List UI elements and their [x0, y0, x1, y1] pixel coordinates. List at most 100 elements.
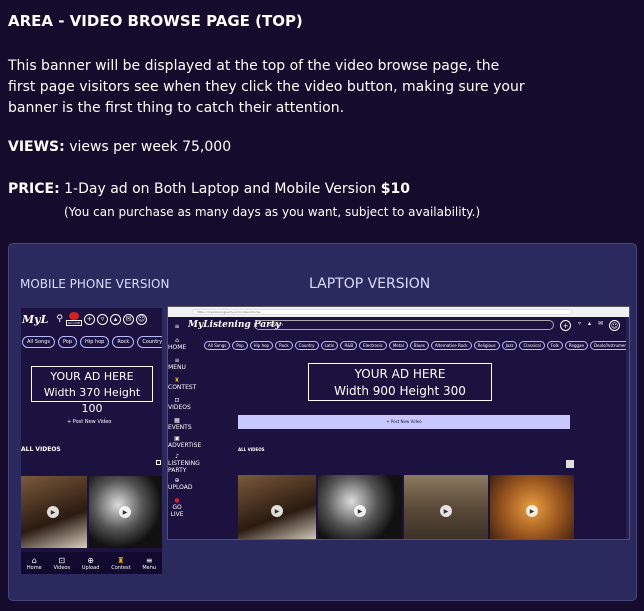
genre-chip[interactable]: Blues — [409, 341, 429, 350]
genre-chip[interactable]: Rock — [112, 336, 135, 348]
price-note: (You can purchase as many days as you wa… — [64, 205, 481, 219]
search-icon[interactable]: ⚲ — [56, 314, 63, 324]
laptop-scrollbar[interactable] — [626, 317, 629, 539]
nav-contest[interactable]: ♜ Contest — [111, 556, 130, 571]
video-thumbnail[interactable]: ▶ — [318, 475, 402, 539]
play-icon: ▶ — [47, 506, 59, 518]
mobile-bottom-nav: ⌂ Home ⊡ Videos ⊕ Upload ♜ Contest ≡ Menu — [21, 552, 162, 574]
sidebar-item-advertise[interactable]: ▣ ADVERTISE — [168, 435, 201, 449]
genre-chip[interactable]: Country — [294, 341, 319, 350]
page-heading: AREA - VIDEO BROWSE PAGE (TOP) — [8, 12, 303, 30]
ad-dimensions: Width 370 Height 100 — [43, 386, 141, 415]
ad-title: YOUR AD HERE — [354, 367, 446, 381]
genre-chip[interactable]: All Songs — [22, 336, 55, 348]
all-videos-heading: ALL VIDEOS — [238, 447, 265, 452]
live-icon — [68, 312, 79, 320]
genre-chip[interactable]: Hip hop — [80, 336, 110, 348]
sidebar-item-contest[interactable]: ♜ CONTEST — [168, 377, 196, 391]
sidebar-item-menu[interactable]: ≡ MENU — [168, 357, 186, 371]
home-icon: ⌂ — [31, 555, 37, 565]
sidebar-item-go-live[interactable]: ● GO LIVE — [168, 497, 186, 518]
nav-menu[interactable]: ≡ Menu — [142, 556, 156, 571]
genre-chip[interactable]: Metal — [388, 341, 408, 350]
ad-title: YOUR AD HERE — [50, 370, 134, 383]
genre-chip[interactable]: Classical — [519, 341, 545, 350]
browser-url-bar[interactable]: https://mylisteningparty.com/videos/home — [192, 309, 572, 315]
preview-panel: MOBILE PHONE VERSION LAPTOP VERSION MyL … — [8, 243, 637, 601]
laptop-preview: https://mylisteningparty.com/videos/home… — [167, 306, 630, 540]
genre-chip[interactable]: Reggae — [564, 341, 588, 350]
area-description: This banner will be displayed at the top… — [8, 58, 525, 116]
mail-icon[interactable]: ✉ — [123, 313, 135, 325]
nav-upload[interactable]: ⊕ Upload — [82, 556, 100, 571]
bell-icon[interactable]: ▴ — [588, 320, 591, 331]
genre-chip[interactable]: Alternative Rock — [430, 341, 472, 350]
price-label: PRICE: — [8, 181, 60, 197]
price-amount: $10 — [380, 181, 410, 197]
genre-chip[interactable]: Pop — [57, 336, 78, 348]
video-thumbnail[interactable]: ▶ — [238, 475, 316, 539]
price-line: PRICE: 1-Day ad on Both Laptop and Mobil… — [8, 181, 410, 197]
genre-chip[interactable]: All Songs — [204, 341, 231, 350]
avatar[interactable]: ☺ — [136, 313, 148, 325]
mail-icon[interactable]: ✉ — [598, 320, 603, 331]
video-thumbnail[interactable]: ▶ — [490, 475, 574, 539]
video-thumbnail[interactable]: ▶ — [89, 476, 162, 548]
go-live-button[interactable]: GO LIVE — [65, 312, 83, 326]
sidebar-item-listening-party[interactable]: ♪ LISTENING PARTY — [168, 453, 200, 474]
play-icon: ▶ — [119, 506, 131, 518]
play-icon: ▶ — [526, 505, 538, 517]
views-value: views per week 75,000 — [69, 139, 232, 155]
views-label: VIEWS: — [8, 139, 65, 155]
bell-icon[interactable]: ▴ — [110, 313, 122, 325]
plus-icon[interactable]: + — [84, 313, 96, 325]
play-icon: ▶ — [354, 505, 366, 517]
genre-chip[interactable]: R&B — [340, 341, 358, 350]
browser-chrome: https://mylisteningparty.com/videos/home — [168, 307, 629, 317]
mobile-logo: MyL — [22, 312, 49, 326]
sidebar-item-videos[interactable]: ⊡ VIDEOS — [168, 397, 191, 411]
mobile-genre-chips: All Songs Pop Hip hop Rock Country — [22, 336, 162, 348]
laptop-search-input[interactable]: ⚲ Search — [254, 320, 554, 330]
avatar[interactable]: ☺ — [609, 320, 621, 331]
genre-chip[interactable]: Deals/Instrumental — [589, 341, 629, 350]
genre-chip[interactable]: Latin — [320, 341, 339, 350]
genre-chip[interactable]: Pop — [232, 341, 248, 350]
genre-chip[interactable]: Electronic — [359, 341, 387, 350]
genre-chip[interactable]: Folk — [546, 341, 563, 350]
videos-icon: ⊡ — [58, 555, 66, 565]
laptop-version-label: LAPTOP VERSION — [309, 276, 431, 292]
price-description: 1-Day ad on Both Laptop and Mobile Versi… — [64, 181, 377, 197]
genre-chip[interactable]: Jazz — [501, 341, 518, 350]
go-live-label: GO LIVE — [65, 320, 83, 326]
trophy-icon: ♜ — [117, 555, 125, 565]
genre-chip[interactable]: Rock — [275, 341, 293, 350]
cart-icon[interactable]: ▿ — [578, 320, 581, 331]
sidebar-item-upload[interactable]: ⊕ UPLOAD — [168, 477, 192, 491]
genre-chip[interactable]: Hip hop — [249, 341, 274, 350]
nav-home[interactable]: ⌂ Home — [27, 556, 42, 571]
laptop-sidebar: ≡ ⌂ HOME ≡ MENU ♜ CONTEST ⊡ VIDEOS ▦ EVENTS ▣… — [168, 317, 201, 539]
post-new-video-button[interactable]: + Post New Video — [67, 419, 111, 425]
sidebar-item-menu-toggle[interactable]: ≡ — [168, 323, 186, 330]
genre-chip[interactable]: Country — [137, 336, 162, 348]
upload-icon: ⊕ — [87, 555, 94, 565]
ad-dimensions: Width 900 Height 300 — [334, 384, 466, 398]
play-icon: ▶ — [271, 505, 283, 517]
sidebar-item-home[interactable]: ⌂ HOME — [168, 337, 186, 351]
sidebar-item-events[interactable]: ▦ EVENTS — [168, 417, 192, 431]
post-new-video-button[interactable]: + Post New Video — [238, 415, 570, 429]
video-thumbnail[interactable]: ▶ — [404, 475, 488, 539]
grid-view-icon[interactable] — [156, 460, 161, 465]
views-line: VIEWS: views per week 75,000 — [8, 139, 231, 155]
grid-view-icon[interactable] — [566, 460, 574, 468]
search-icon: ⚲ — [259, 322, 262, 327]
menu-icon: ≡ — [145, 555, 153, 565]
laptop-genre-chips: All Songs Pop Hip hop Rock Country Latin… — [204, 341, 629, 350]
video-thumbnail[interactable]: ▶ — [21, 476, 87, 548]
genre-chip[interactable]: Religious — [473, 341, 500, 350]
plus-icon[interactable]: + — [560, 320, 571, 331]
all-videos-heading: ALL VIDEOS — [21, 446, 61, 453]
cart-icon[interactable]: ▿ — [97, 313, 109, 325]
nav-videos[interactable]: ⊡ Videos — [53, 556, 70, 571]
